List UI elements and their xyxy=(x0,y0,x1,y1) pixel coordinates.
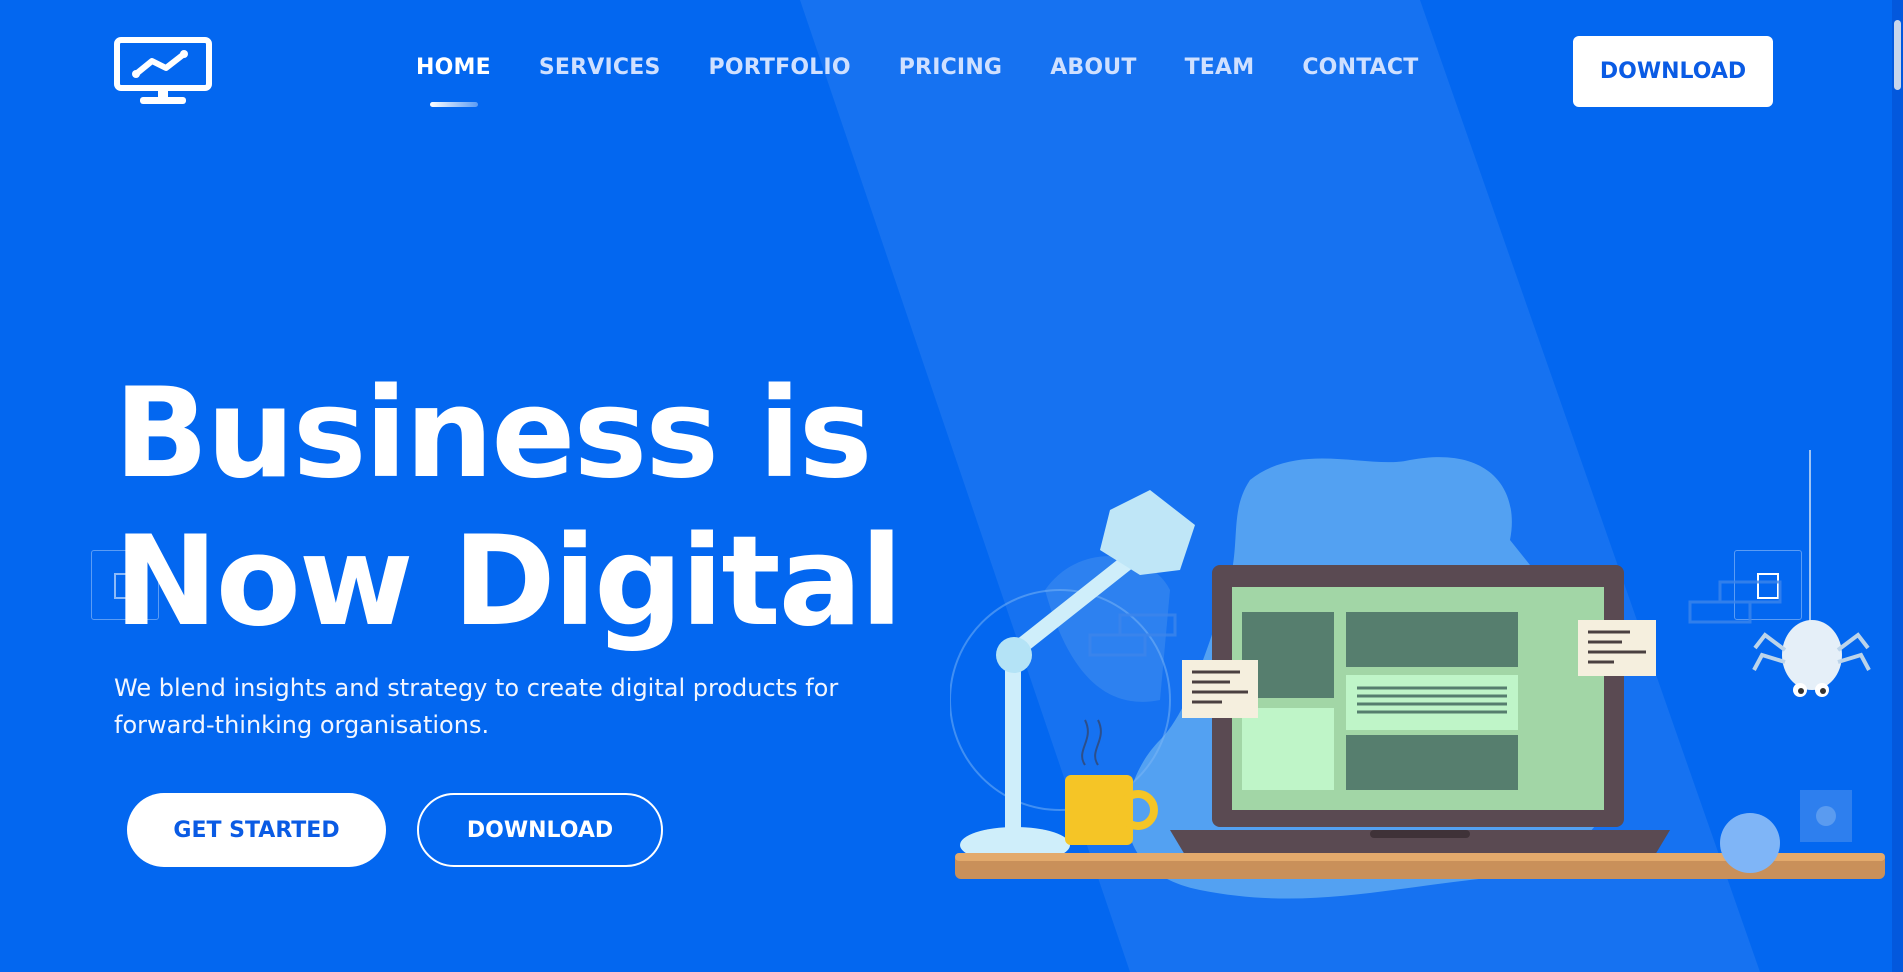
workspace-illustration xyxy=(950,450,1885,899)
sticky-note-left xyxy=(1182,660,1258,718)
nav-item-services[interactable]: SERVICES xyxy=(539,55,661,80)
sticky-note-right xyxy=(1578,620,1656,676)
ball xyxy=(1720,813,1780,873)
nav-item-contact[interactable]: CONTACT xyxy=(1302,55,1418,80)
spider-character xyxy=(1752,450,1871,697)
hero-title: Business is Now Digital xyxy=(114,360,903,656)
hero-download-button[interactable]: DOWNLOAD xyxy=(417,793,663,867)
nav-item-team[interactable]: TEAM xyxy=(1185,55,1255,80)
page-scrollbar[interactable] xyxy=(1892,0,1903,972)
hero-subtitle: We blend insights and strategy to create… xyxy=(114,674,839,739)
scrollbar-thumb[interactable] xyxy=(1894,20,1901,90)
logo-monitor-chart-icon[interactable] xyxy=(114,37,212,107)
hero-title-line-1: Business is xyxy=(114,362,873,506)
bricks-right xyxy=(1688,580,1782,624)
nav-item-pricing[interactable]: PRICING xyxy=(899,55,1002,80)
nav-item-portfolio[interactable]: PORTFOLIO xyxy=(709,55,851,80)
header-download-button[interactable]: DOWNLOAD xyxy=(1573,36,1773,107)
get-started-button[interactable]: GET STARTED xyxy=(127,793,386,867)
main-nav: HOME SERVICES PORTFOLIO PRICING ABOUT TE… xyxy=(416,55,1466,107)
hero-title-line-2: Now Digital xyxy=(114,510,903,654)
nav-item-about[interactable]: ABOUT xyxy=(1050,55,1136,80)
nav-item-home[interactable]: HOME xyxy=(416,55,491,107)
